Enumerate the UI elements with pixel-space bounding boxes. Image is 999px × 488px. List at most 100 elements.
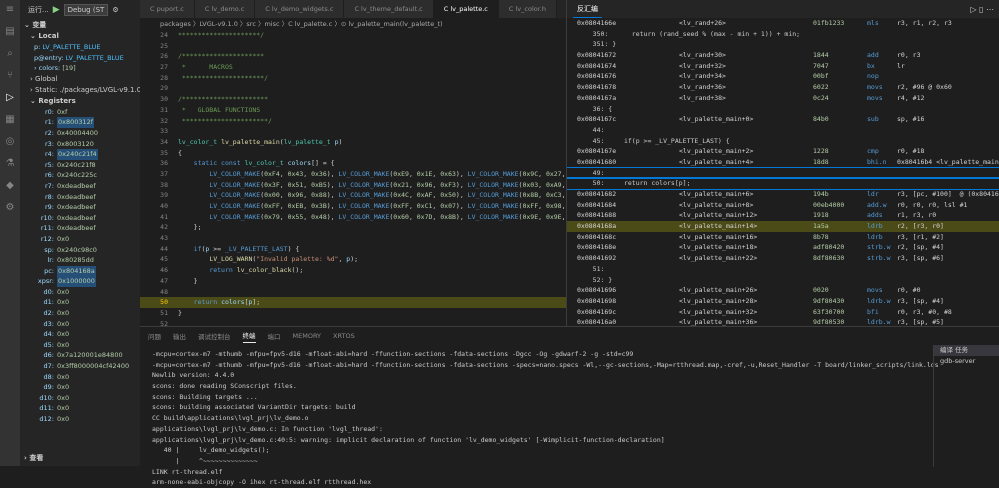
register-row[interactable]: r5: 0x240c21f8 — [20, 160, 140, 171]
local-variable[interactable]: p: LV_PALETTE_BLUE — [20, 42, 140, 53]
code-line[interactable]: 42 }; — [140, 222, 566, 233]
source-line[interactable]: 44: — [567, 125, 999, 136]
editor-tab[interactable]: C puport.c — [140, 0, 195, 18]
register-row[interactable]: d10: 0x0 — [20, 393, 140, 404]
asm-line[interactable]: 0x08041698 <lv_palette_main+28> 9df80430 ld… — [567, 296, 999, 307]
editor-tab[interactable]: C lv_theme_default.c — [344, 0, 434, 18]
variables-section-header[interactable]: ⌄ 变量 — [20, 20, 140, 31]
asm-line[interactable]: 0x08041674 <lv_rand+32> 7047 bx lr — [567, 61, 999, 72]
more-icon[interactable]: ⋯ — [986, 5, 994, 14]
asm-line[interactable]: 0x08041680 <lv_palette_main+4> 18d8 bhi.n 0x… — [567, 157, 999, 168]
disassembly-lines[interactable]: 0x0804166e <lv_rand+26> 01fb1233 mls r3, r1,… — [567, 18, 999, 326]
register-row[interactable]: sp: 0x240c98c0 — [20, 245, 140, 256]
local-variable[interactable]: › colors: [19] — [20, 63, 140, 74]
gear-icon[interactable]: ⚙ — [112, 6, 118, 14]
source-control-icon[interactable]: ⑂ — [4, 70, 16, 82]
register-row[interactable]: lr: 0x80285dd — [20, 255, 140, 266]
code-line[interactable]: 43 — [140, 233, 566, 244]
register-row[interactable]: d0: 0x0 — [20, 287, 140, 298]
code-line[interactable]: 26 /********************* — [140, 51, 566, 62]
panel-tab[interactable]: 问题 — [148, 331, 161, 341]
run-icon[interactable]: ▷ — [970, 5, 976, 14]
register-row[interactable]: d4: 0x0 — [20, 329, 140, 340]
register-row[interactable]: r1: 0x800312f — [20, 117, 140, 128]
code-line[interactable]: 48 — [140, 287, 566, 298]
code-line[interactable]: 41 LV_COLOR_MAKE(0x79, 0x55, 0x48), LV_C… — [140, 212, 566, 223]
code-line[interactable]: 35 { — [140, 148, 566, 159]
code-line[interactable]: 27 * MACROS — [140, 62, 566, 73]
register-row[interactable]: d6: 0x7a120001e84800 — [20, 350, 140, 361]
asm-line[interactable]: 0x0804167a <lv_rand+38> 0c24 movs r4, #12 — [567, 93, 999, 104]
code-line[interactable]: 52 — [140, 319, 566, 326]
global-section-header[interactable]: › Global — [20, 74, 140, 85]
remote-icon[interactable]: ◎ — [4, 136, 16, 148]
register-row[interactable]: d5: 0x0 — [20, 340, 140, 351]
register-row[interactable]: r4: 0x240c21f4 — [20, 149, 140, 160]
register-row[interactable]: d11: 0x0 — [20, 403, 140, 414]
watch-section-header[interactable]: › 查看 — [20, 453, 140, 464]
terminal-list-item[interactable]: 编译 任务 — [934, 345, 999, 356]
asm-line[interactable]: 0x08041692 <lv_palette_main+22> 8df80630 st… — [567, 253, 999, 264]
static-section-header[interactable]: › Static: ./packages/LVGL-v9.1.0/src/mis… — [20, 85, 140, 96]
menu-icon[interactable]: ≡ — [4, 4, 16, 16]
register-row[interactable]: d8: 0x0 — [20, 372, 140, 383]
source-line[interactable]: 52: } — [567, 275, 999, 286]
code-lines[interactable]: 24 *********************/ 25 26 /***********… — [140, 30, 566, 326]
code-line[interactable]: 45 LV_LOG_WARN("Invalid palette: %d", p)… — [140, 254, 566, 265]
asm-line[interactable]: 0x08041688 <lv_palette_main+12> 1918 adds r1… — [567, 210, 999, 221]
settings-icon[interactable]: ⚙ — [4, 202, 16, 214]
asm-line[interactable]: 0x08041696 <lv_palette_main+26> 0020 movs r0… — [567, 285, 999, 296]
terminal-output[interactable]: -mcpu=cortex-m7 -mthumb -mfpu=fpv5-d16 -… — [152, 349, 939, 488]
code-line[interactable]: 37 LV_COLOR_MAKE(0xF4, 0x43, 0x36), LV_C… — [140, 169, 566, 180]
editor-tab[interactable]: C lv_color.h — [498, 0, 557, 18]
debug-icon[interactable]: ▷ — [4, 92, 16, 104]
register-row[interactable]: d9: 0x0 — [20, 382, 140, 393]
code-line[interactable]: 51} — [140, 308, 566, 319]
register-row[interactable]: r8: 0xdeadbeef — [20, 192, 140, 203]
register-row[interactable]: d12: 0x0 — [20, 414, 140, 425]
code-line[interactable]: 24 *********************/ — [140, 30, 566, 41]
start-debug-icon[interactable]: ▶ — [53, 5, 60, 15]
code-line[interactable]: 25 — [140, 41, 566, 52]
flask-icon[interactable]: ⚗ — [4, 158, 16, 170]
search-icon[interactable]: ⌕ — [4, 48, 16, 60]
code-line[interactable]: 32 **********************/ — [140, 116, 566, 127]
asm-line[interactable]: 0x08041682 <lv_palette_main+6> 194b ldr r3, … — [567, 189, 999, 200]
register-row[interactable]: r10: 0xdeadbeef — [20, 213, 140, 224]
source-line[interactable]: 49: — [567, 166, 999, 180]
register-row[interactable]: r9: 0xdeadbeef — [20, 202, 140, 213]
register-row[interactable]: r2: 0x40004400 — [20, 128, 140, 139]
asm-line[interactable]: 0x08041676 <lv_rand+34> 00bf nop — [567, 71, 999, 82]
source-line[interactable]: 51: — [567, 264, 999, 275]
disassembly-tab[interactable]: 反汇编 — [573, 1, 602, 18]
files-icon[interactable]: ▤ — [4, 26, 16, 38]
panel-tab[interactable]: MEMORY — [293, 332, 322, 340]
panel-tab[interactable]: 终端 — [242, 330, 256, 343]
registers-section-header[interactable]: ⌄ Registers — [20, 96, 140, 107]
source-line[interactable]: 350: return (rand_seed % (max - min + 1)… — [567, 29, 999, 40]
docker-icon[interactable]: ◆ — [4, 180, 16, 192]
register-row[interactable]: r11: 0xdeadbeef — [20, 223, 140, 234]
register-row[interactable]: d2: 0x0 — [20, 308, 140, 319]
code-line[interactable]: 28 *********************/ — [140, 73, 566, 84]
asm-line[interactable]: 0x08041678 <lv_rand+36> 6022 movs r2, #96 @ … — [567, 82, 999, 93]
code-line[interactable]: 30 /********************** — [140, 94, 566, 105]
code-line[interactable]: 33 — [140, 126, 566, 137]
editor-tab[interactable]: C lv_demo_widgets.c — [255, 0, 345, 18]
asm-line[interactable]: 0x0804166e <lv_rand+26> 01fb1233 mls r3, r1,… — [567, 18, 999, 29]
local-variable[interactable]: p@entry: LV_PALETTE_BLUE — [20, 53, 140, 64]
code-line[interactable]: 46 return lv_color_black(); — [140, 265, 566, 276]
asm-line[interactable]: 0x08041684 <lv_palette_main+8> 00eb4000 add… — [567, 200, 999, 211]
code-line[interactable]: 29 — [140, 83, 566, 94]
code-line[interactable]: 39 LV_COLOR_MAKE(0x00, 0x96, 0x88), LV_C… — [140, 190, 566, 201]
split-editor-icon[interactable]: ▯ — [979, 5, 983, 14]
panel-tab[interactable]: 输出 — [173, 331, 186, 341]
asm-line[interactable]: 0x080416a0 <lv_palette_main+36> 9df80530 ld… — [567, 317, 999, 326]
code-line[interactable]: 36 static const lv_color_t colors[] = { — [140, 158, 566, 169]
code-line[interactable]: 44 if(p >= _LV_PALETTE_LAST) { — [140, 244, 566, 255]
asm-line[interactable]: 0x0804167c <lv_palette_main+0> 84b0 sub sp, … — [567, 114, 999, 125]
source-line[interactable]: 45: if(p >= _LV_PALETTE_LAST) { — [567, 136, 999, 147]
asm-line[interactable]: 0x0804169c <lv_palette_main+32> 63f30700 bf… — [567, 307, 999, 318]
extensions-icon[interactable]: ▦ — [4, 114, 16, 126]
register-row[interactable]: r7: 0xdeadbeef — [20, 181, 140, 192]
